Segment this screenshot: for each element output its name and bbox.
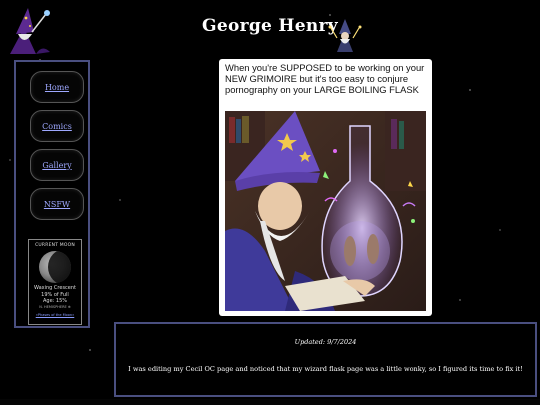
moon-hemisphere: N. HEMISPHERE ⊕ [39,304,71,309]
nav-home-link[interactable]: Home [30,71,84,103]
nav-comics-link[interactable]: Comics [30,110,84,142]
update-box: Updated: 9/7/2024 I was editing my Cecil… [114,322,537,397]
footer-bar [0,399,540,405]
nav-nsfw-link[interactable]: NSFW [30,188,84,220]
update-text: I was editing my Cecil OC page and notic… [128,365,523,373]
moon-phases-link[interactable]: «Phases of the Moon» [29,313,81,317]
moon-phase-name: Waxing Crescent [33,285,77,291]
comic-panel: When you're SUPPOSED to be working on yo… [219,59,432,316]
comic-illustration-image[interactable] [225,111,426,311]
sidebar-nav: Home Comics Gallery NSFW CURRENT MOON Wa… [14,60,90,328]
moon-phase-widget: CURRENT MOON Waxing Crescent 19% of Full… [28,239,82,325]
site-title: George Henry [202,16,338,36]
wizard-mascot-icon [325,18,365,54]
nav-gallery-link[interactable]: Gallery [30,149,84,181]
update-date: Updated: 9/7/2024 [294,338,357,346]
moon-icon [39,251,71,283]
moon-widget-header: CURRENT MOON [35,243,75,248]
comic-caption: When you're SUPPOSED to be working on yo… [225,62,425,95]
